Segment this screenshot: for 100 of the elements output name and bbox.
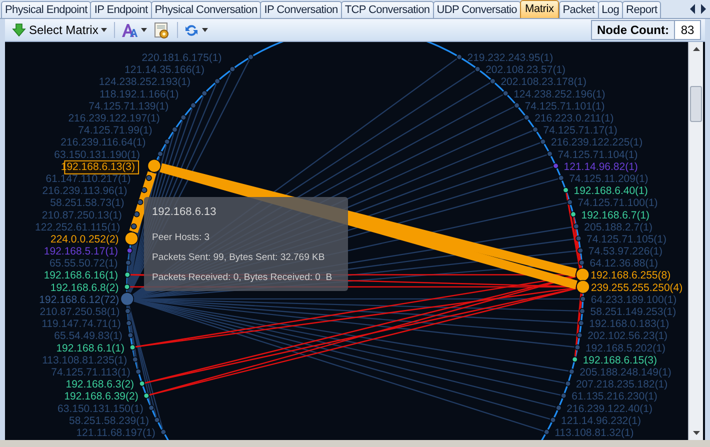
- node-dot[interactable]: [562, 187, 569, 194]
- node-label[interactable]: 121.14.96.232(1): [561, 414, 641, 427]
- node-dot[interactable]: [490, 78, 496, 84]
- node-label[interactable]: 192.168.6.8(2): [50, 282, 119, 294]
- tab-scroll-arrows-icon[interactable]: [689, 3, 707, 15]
- node-label[interactable]: 207.218.235.182(1): [576, 378, 668, 391]
- node-dot[interactable]: [524, 114, 530, 120]
- node-dot[interactable]: [146, 174, 152, 181]
- node-dot[interactable]: [132, 356, 138, 362]
- node-dot[interactable]: [130, 344, 136, 350]
- node-dot[interactable]: [570, 211, 576, 218]
- tab[interactable]: Physical Conversation: [150, 1, 262, 18]
- node-dot[interactable]: [573, 223, 580, 230]
- node-label[interactable]: 192.168.5.17(1): [44, 246, 118, 258]
- node-dot[interactable]: [126, 248, 133, 254]
- node-label[interactable]: 74.125.71.101(1): [524, 100, 605, 112]
- node-dot[interactable]: [201, 90, 208, 96]
- node-dot[interactable]: [124, 308, 131, 314]
- node-dot[interactable]: [172, 126, 178, 133]
- node-dot[interactable]: [577, 248, 584, 254]
- scrollbar[interactable]: [688, 42, 703, 440]
- node-dot[interactable]: [137, 199, 144, 206]
- node-dot[interactable]: [578, 260, 585, 266]
- node-dot[interactable]: [125, 260, 132, 266]
- node-dot[interactable]: [135, 368, 142, 375]
- node-label[interactable]: 121.14.35.166(1): [124, 64, 205, 76]
- node-label[interactable]: 64.12.36.88(1): [590, 258, 658, 270]
- node-label[interactable]: 192.168.6.15(3): [582, 354, 657, 366]
- node-label[interactable]: 118.192.1.166(1): [100, 88, 179, 100]
- node-dot[interactable]: [127, 332, 134, 338]
- node-dot[interactable]: [578, 320, 584, 326]
- node-dot[interactable]: [502, 90, 509, 96]
- node-dot[interactable]: [248, 54, 254, 60]
- node-dot[interactable]: [214, 78, 220, 84]
- node-label[interactable]: 192.168.6.1(1): [56, 342, 125, 354]
- node-dot[interactable]: [456, 54, 462, 60]
- node-label[interactable]: 58.251.149.253(1): [590, 306, 676, 318]
- node-dot[interactable]: [556, 404, 562, 411]
- node-dot[interactable]: [164, 138, 170, 145]
- node-label[interactable]: 216.239.122.225(1): [550, 136, 643, 149]
- node-label[interactable]: 74.125.71.100(1): [578, 197, 658, 210]
- tab[interactable]: Packet: [558, 1, 599, 18]
- node-dot[interactable]: [124, 272, 130, 278]
- node-dot[interactable]: [124, 232, 138, 246]
- node-label[interactable]: 58.251.58.239(1): [69, 414, 149, 427]
- node-label[interactable]: 216.239.122.197(1): [68, 112, 160, 124]
- tab[interactable]: TCP Conversation: [340, 1, 434, 18]
- node-dot[interactable]: [579, 308, 586, 314]
- node-label[interactable]: 202.108.23.57(1): [486, 64, 566, 76]
- node-label[interactable]: 239.255.255.250(4): [590, 282, 683, 294]
- node-label[interactable]: 58.251.58.73(1): [50, 197, 124, 210]
- node-dot[interactable]: [568, 368, 575, 375]
- node-dot[interactable]: [552, 162, 559, 169]
- tab[interactable]: Matrix: [520, 0, 559, 18]
- node-label[interactable]: 63.150.131.190(1): [54, 148, 140, 161]
- node-label[interactable]: 220.181.6.175(1): [142, 52, 222, 64]
- node-dot[interactable]: [180, 114, 186, 120]
- node-dot[interactable]: [160, 429, 166, 435]
- tab[interactable]: IP Endpoint: [90, 1, 152, 18]
- node-dot[interactable]: [576, 280, 590, 294]
- tab[interactable]: UDP Conversatio: [432, 1, 521, 18]
- node-label[interactable]: 124.238.252.196(1): [514, 88, 606, 100]
- node-label[interactable]: 219.232.243.95(1): [467, 52, 554, 64]
- node-dot[interactable]: [147, 158, 162, 173]
- node-dot[interactable]: [558, 174, 564, 181]
- node-label[interactable]: 63.150.131.150(1): [58, 402, 144, 415]
- tab[interactable]: IP Conversation: [260, 1, 342, 18]
- node-label[interactable]: 74.125.71.17(1): [543, 124, 618, 137]
- node-dot[interactable]: [572, 356, 578, 362]
- node-dot[interactable]: [532, 126, 538, 133]
- node-label[interactable]: 192.168.5.202(1): [585, 342, 666, 354]
- node-label[interactable]: 192.168.6.12(72): [39, 294, 120, 306]
- node-label[interactable]: 192.168.0.183(1): [589, 318, 670, 330]
- node-label[interactable]: 65.55.50.72(1): [49, 258, 118, 270]
- node-dot[interactable]: [474, 66, 481, 72]
- node-label[interactable]: 210.87.250.13(1): [42, 209, 122, 222]
- node-label[interactable]: 122.252.61.115(1): [35, 221, 120, 234]
- tab[interactable]: Report: [622, 1, 662, 18]
- node-label[interactable]: 74.125.71.105(1): [586, 233, 667, 246]
- node-label[interactable]: 74.125.71.99(1): [78, 124, 152, 137]
- node-label[interactable]: 61.135.216.230(1): [572, 390, 658, 403]
- select-matrix-button[interactable]: Select Matrix: [9, 20, 110, 40]
- node-dot[interactable]: [580, 296, 586, 302]
- node-label[interactable]: 113.108.81.32(1): [554, 427, 634, 439]
- node-dot[interactable]: [576, 235, 582, 242]
- node-label[interactable]: 210.87.250.58(1): [40, 306, 120, 318]
- node-dot[interactable]: [550, 416, 556, 423]
- node-label[interactable]: 119.147.74.71(1): [42, 318, 121, 330]
- node-label[interactable]: 74.125.71.104(1): [558, 148, 638, 161]
- node-dot[interactable]: [141, 187, 148, 194]
- node-label[interactable]: 61.147.110.217(1): [46, 172, 131, 185]
- node-dot[interactable]: [157, 150, 164, 157]
- node-dot[interactable]: [544, 429, 550, 435]
- node-dot[interactable]: [154, 416, 160, 423]
- node-label[interactable]: 65.54.49.83(1): [54, 330, 122, 342]
- node-label[interactable]: 202.102.56.23(1): [588, 330, 668, 342]
- node-dot[interactable]: [564, 380, 571, 387]
- node-dot[interactable]: [134, 211, 140, 218]
- tab[interactable]: Log: [598, 1, 624, 18]
- node-dot[interactable]: [143, 392, 150, 399]
